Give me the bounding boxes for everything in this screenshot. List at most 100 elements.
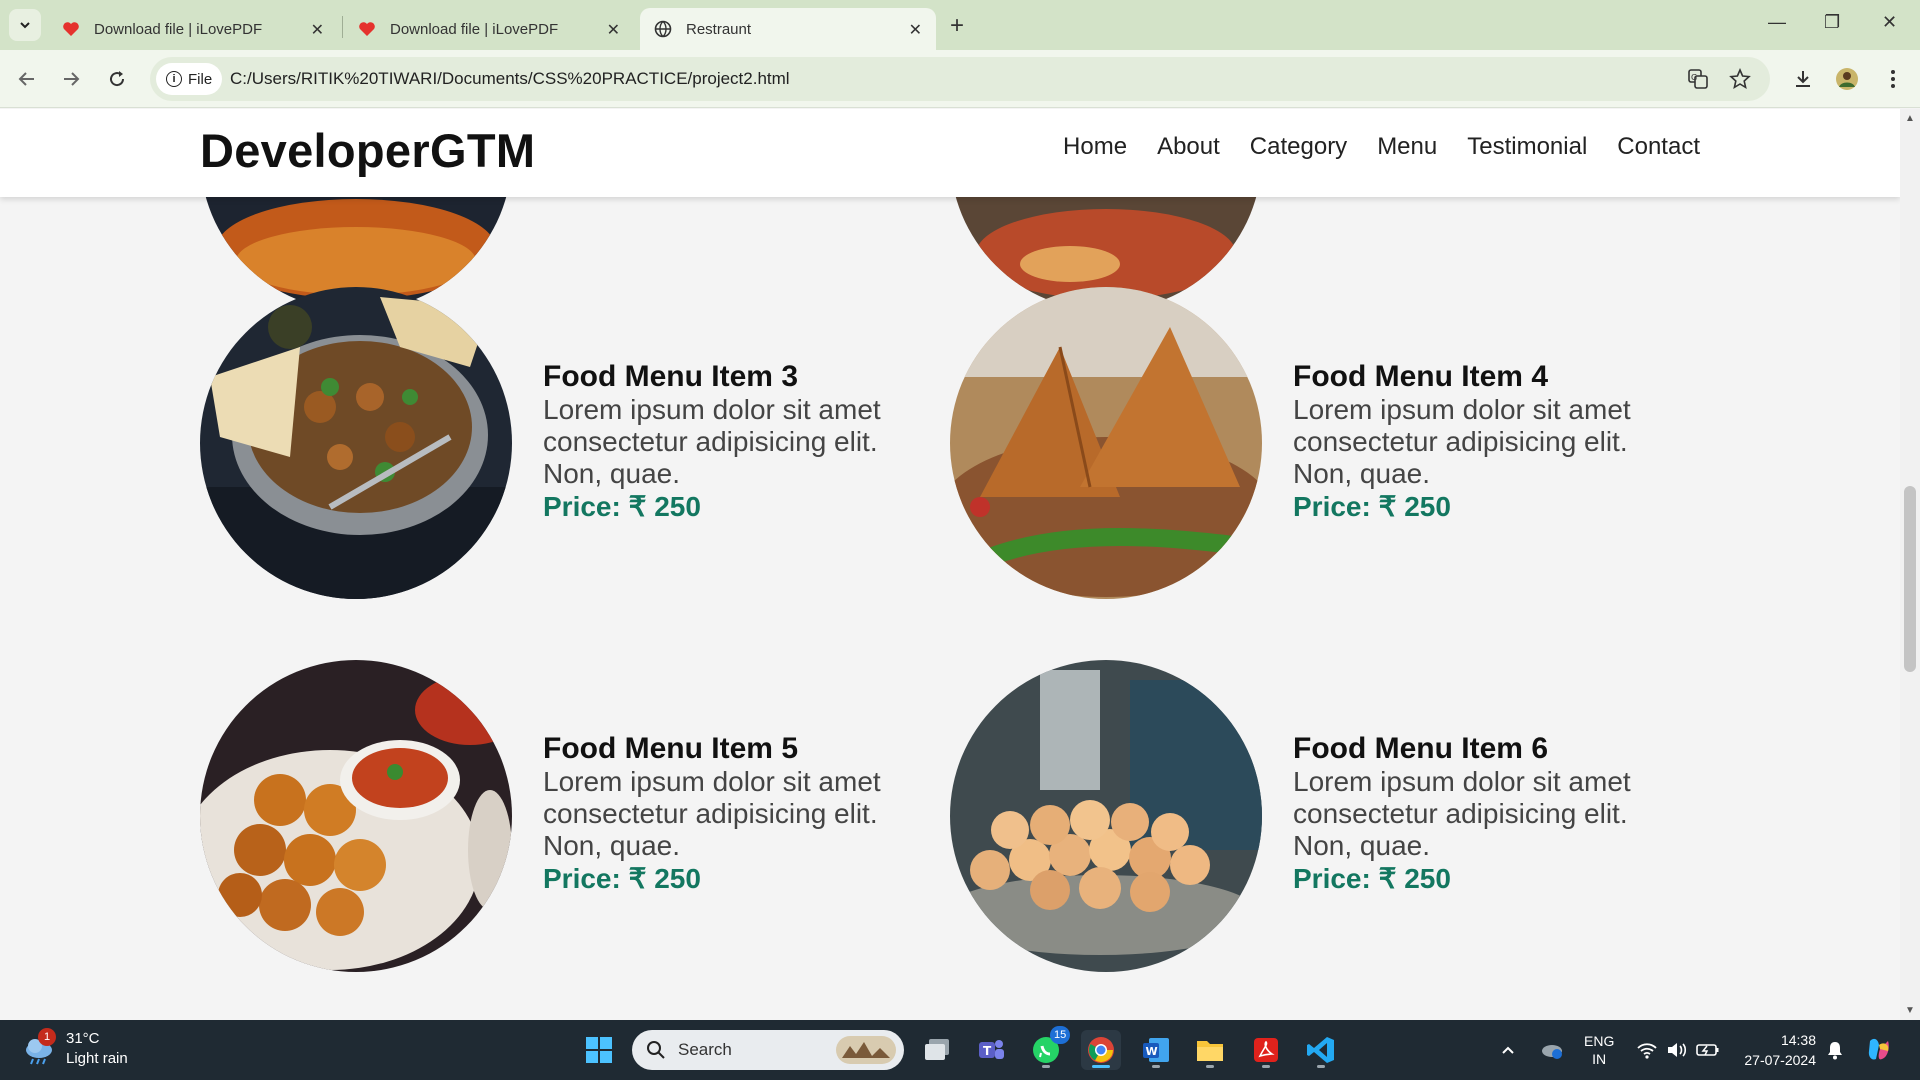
browser-toolbar: i File C:/Users/RITIK%20TIWARI/Documents… — [0, 50, 1920, 108]
info-icon: i — [166, 71, 182, 87]
close-icon[interactable]: ✕ — [607, 20, 620, 40]
tab-title: Download file | iLovePDF — [390, 20, 559, 38]
close-icon[interactable]: ✕ — [909, 20, 922, 40]
weather-temperature: 31°C — [66, 1030, 100, 1047]
scrollbar-thumb[interactable] — [1904, 486, 1916, 672]
language-code: ENG — [1584, 1033, 1615, 1049]
acrobat-icon[interactable] — [1246, 1030, 1286, 1070]
search-highlight-icon — [836, 1036, 896, 1064]
download-icon[interactable] — [1790, 66, 1816, 92]
windows-start-icon[interactable] — [579, 1030, 619, 1070]
tab-search-button[interactable] — [9, 9, 41, 41]
url-text[interactable]: C:/Users/RITIK%20TIWARI/Documents/CSS%20… — [230, 69, 790, 89]
tab-title: Restraunt — [686, 20, 752, 38]
food-item-title: Food Menu Item 3 — [543, 360, 798, 393]
window-close-icon[interactable]: ✕ — [1882, 12, 1897, 33]
weather-widget[interactable]: 1 31°C Light rain — [22, 1028, 128, 1069]
app-active-indicator — [1092, 1065, 1110, 1068]
food-image-item-4 — [950, 287, 1262, 599]
app-running-indicator — [1262, 1065, 1270, 1068]
clock-date: 27-07-2024 — [1744, 1052, 1816, 1068]
weather-condition: Light rain — [66, 1050, 128, 1067]
restore-icon[interactable]: ❐ — [1824, 12, 1840, 33]
nav-link-menu[interactable]: Menu — [1377, 133, 1437, 161]
copilot-icon[interactable] — [1864, 1020, 1894, 1080]
food-image-item-6 — [950, 660, 1262, 972]
food-item-price: Price: ₹ 250 — [1293, 491, 1451, 522]
whatsapp-icon[interactable]: 15 — [1026, 1026, 1071, 1070]
task-view-icon[interactable] — [917, 1030, 957, 1070]
app-running-indicator — [1152, 1065, 1160, 1068]
food-item-3: Food Menu Item 3 Lorem ipsum dolor sit a… — [543, 360, 903, 524]
nav-link-about[interactable]: About — [1157, 133, 1220, 161]
page-viewport: DeveloperGTM Home About Category Menu Te… — [0, 109, 1900, 1020]
tab-restraunt[interactable]: Restraunt ✕ — [640, 8, 936, 50]
page-scrollbar[interactable]: ▲ ▼ — [1900, 109, 1920, 1020]
wifi-icon[interactable] — [1636, 1020, 1658, 1080]
svg-text:T: T — [983, 1044, 992, 1058]
nav-link-testimonial[interactable]: Testimonial — [1467, 133, 1587, 161]
bookmark-star-icon[interactable] — [1728, 67, 1752, 91]
ilovepdf-heart-icon — [358, 20, 376, 38]
onedrive-icon[interactable] — [1540, 1020, 1564, 1080]
forward-arrow-icon[interactable] — [58, 66, 84, 92]
food-item-title: Food Menu Item 4 — [1293, 360, 1548, 393]
word-icon[interactable]: W — [1136, 1030, 1176, 1070]
taskbar-search-input[interactable]: Search — [632, 1030, 904, 1070]
search-icon — [647, 1041, 665, 1059]
region-code: IN — [1592, 1051, 1607, 1067]
chrome-icon[interactable] — [1081, 1030, 1121, 1070]
tab-title: Download file | iLovePDF — [94, 20, 263, 38]
tab-ilovepdf-1[interactable]: Download file | iLovePDF ✕ — [48, 8, 338, 50]
close-icon[interactable]: ✕ — [311, 20, 324, 40]
new-tab-plus-icon[interactable]: + — [950, 12, 964, 40]
food-item-description: Lorem ipsum dolor sit amet consectetur a… — [543, 394, 881, 489]
input-language-indicator[interactable]: ENG IN — [1584, 1020, 1614, 1080]
tab-ilovepdf-2[interactable]: Download file | iLovePDF ✕ — [344, 8, 634, 50]
nav-link-contact[interactable]: Contact — [1617, 133, 1700, 161]
app-running-indicator — [1317, 1065, 1325, 1068]
chevron-down-icon — [20, 22, 30, 29]
scroll-up-arrow-icon[interactable]: ▲ — [1905, 113, 1915, 124]
minimize-icon[interactable]: — — [1768, 12, 1786, 33]
notification-bell-icon[interactable] — [1826, 1020, 1844, 1080]
weather-alert-badge: 1 — [38, 1028, 56, 1046]
site-header: DeveloperGTM Home About Category Menu Te… — [0, 109, 1900, 197]
food-item-price: Price: ₹ 250 — [1293, 863, 1451, 894]
profile-avatar[interactable] — [1834, 66, 1860, 92]
nav-link-category[interactable]: Category — [1250, 133, 1347, 161]
site-brand-logo[interactable]: DeveloperGTM — [200, 123, 535, 178]
reload-icon[interactable] — [104, 66, 130, 92]
site-info-chip[interactable]: i File — [156, 63, 222, 95]
food-item-title: Food Menu Item 5 — [543, 732, 798, 765]
scroll-down-arrow-icon[interactable]: ▼ — [1905, 1005, 1915, 1016]
translate-icon[interactable]: G — [1686, 67, 1710, 91]
food-image-item-3 — [200, 287, 512, 599]
food-item-price: Price: ₹ 250 — [543, 491, 701, 522]
volume-icon[interactable] — [1666, 1020, 1688, 1080]
show-hidden-icons-chevron-icon[interactable] — [1500, 1020, 1516, 1080]
whatsapp-unread-badge: 15 — [1050, 1026, 1071, 1044]
nav-link-home[interactable]: Home — [1063, 133, 1127, 161]
address-bar[interactable]: i File C:/Users/RITIK%20TIWARI/Documents… — [150, 57, 1770, 101]
more-menu-icon[interactable] — [1880, 66, 1906, 92]
tab-divider — [342, 16, 343, 38]
app-running-indicator — [1042, 1065, 1050, 1068]
search-placeholder: Search — [678, 1040, 732, 1059]
ilovepdf-heart-icon — [62, 20, 80, 38]
system-clock[interactable]: 14:38 27-07-2024 — [1736, 1020, 1816, 1080]
app-running-indicator — [1206, 1065, 1214, 1068]
food-item-5: Food Menu Item 5 Lorem ipsum dolor sit a… — [543, 732, 903, 896]
scheme-label: File — [188, 70, 213, 88]
battery-charging-icon[interactable] — [1696, 1020, 1720, 1080]
food-item-description: Lorem ipsum dolor sit amet consectetur a… — [1293, 394, 1631, 489]
vscode-icon[interactable] — [1301, 1030, 1341, 1070]
teams-icon[interactable]: T — [971, 1030, 1011, 1070]
food-item-6: Food Menu Item 6 Lorem ipsum dolor sit a… — [1293, 732, 1653, 896]
site-nav: Home About Category Menu Testimonial Con… — [1063, 133, 1700, 161]
windows-taskbar: 1 31°C Light rain Search T 15 W ENG IN 1… — [0, 1020, 1920, 1080]
food-item-title: Food Menu Item 6 — [1293, 732, 1548, 765]
back-arrow-icon[interactable] — [14, 66, 40, 92]
file-explorer-icon[interactable] — [1190, 1030, 1230, 1070]
food-item-description: Lorem ipsum dolor sit amet consectetur a… — [543, 766, 881, 861]
